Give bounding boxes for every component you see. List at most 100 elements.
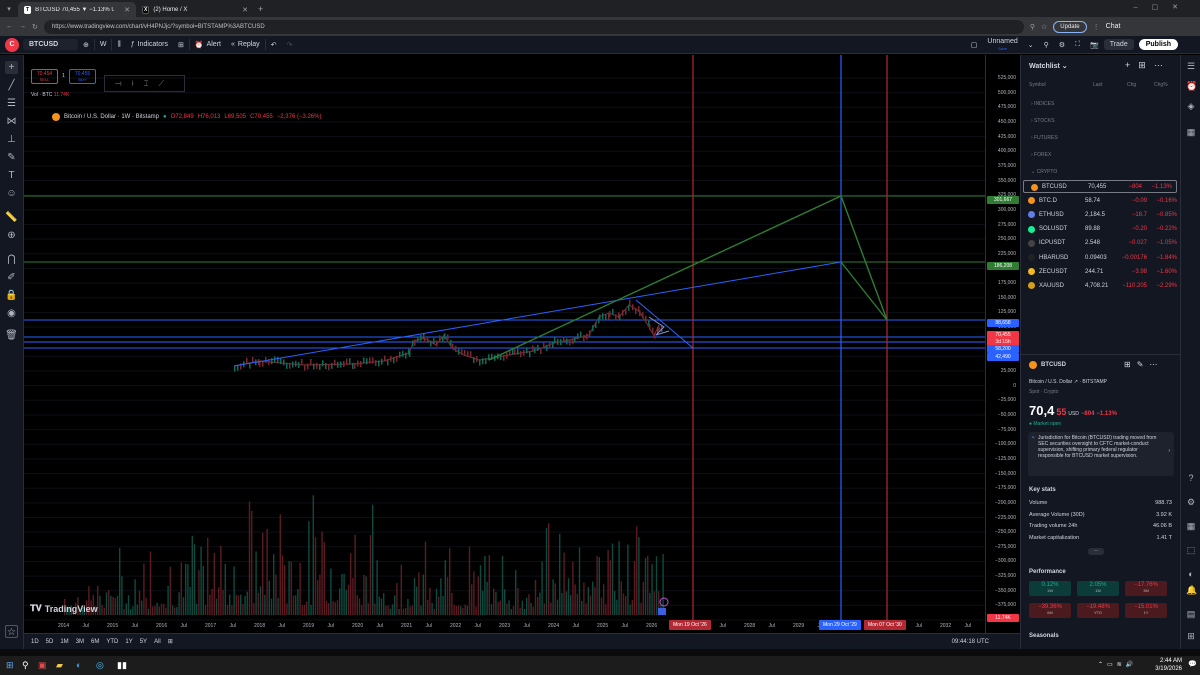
templates-icon[interactable]: ⊞ <box>173 36 189 54</box>
col-last[interactable]: Last <box>1093 82 1102 88</box>
brush-icon[interactable]: ✎ <box>5 151 18 164</box>
watchlist-group[interactable]: › STOCKS <box>1031 118 1055 124</box>
trash-icon[interactable]: 🗑 <box>5 329 18 342</box>
alert-button[interactable]: ⏰ Alert <box>190 36 226 54</box>
more-icon[interactable]: ⋯ <box>1154 60 1171 70</box>
folder-icon[interactable]: ▰ <box>56 660 63 671</box>
performance-cell[interactable]: −15.01% 1Y <box>1125 603 1167 618</box>
watchlist-row[interactable]: BTC.D 58.74 −0.09 −0.16% <box>1021 194 1181 207</box>
chrome-icon[interactable]: ◎ <box>96 660 104 671</box>
watchlist-group[interactable]: › FOREX <box>1031 152 1051 158</box>
layout-icon[interactable]: ⊞ <box>1138 60 1154 70</box>
data-window-icon[interactable]: ▦ <box>1186 127 1196 137</box>
emoji-icon[interactable]: ☺ <box>5 187 18 200</box>
layers-icon[interactable]: ◈ <box>1186 101 1196 111</box>
bookmark-icon[interactable]: ☆ <box>1041 23 1047 31</box>
more-icon[interactable]: ⋯ <box>1149 360 1163 369</box>
vertical-line-icon[interactable]: ⟊ <box>132 79 134 89</box>
url-field[interactable]: https://www.tradingview.com/chart/vH4PNJ… <box>43 19 1024 34</box>
watchlist-row[interactable]: ICPUSDT 2.548 −0.027 −1.05% <box>1021 237 1181 250</box>
trend-line-icon[interactable]: ╱ <box>5 79 18 92</box>
ideas-icon[interactable]: ◐ <box>1186 569 1196 579</box>
layout-icon[interactable]: ⊞ <box>1124 360 1137 369</box>
cross-line-icon[interactable]: ⌶ <box>144 79 149 89</box>
ruler-icon[interactable]: 📏 <box>5 211 18 224</box>
magnet-icon[interactable]: ⋂ <box>5 253 18 266</box>
search-icon[interactable]: ⚲ <box>1039 36 1054 54</box>
close-tab-icon[interactable]: ✕ <box>124 6 130 14</box>
col-chg[interactable]: Chg <box>1127 82 1136 88</box>
col-symbol[interactable]: Symbol <box>1029 82 1046 88</box>
tray-icons[interactable]: ⌃▭≋🔊 <box>1098 661 1137 668</box>
watchlist-row[interactable]: ZECUSDT 244.71 −3.98 −1.60% <box>1021 265 1181 278</box>
settings-icon[interactable]: ⚙ <box>1054 36 1070 54</box>
chat-icon[interactable]: ⚙ <box>1186 497 1196 507</box>
watchlist-row[interactable]: SOLUSDT 89.88 −0.20 −0.22% <box>1021 223 1181 236</box>
update-button[interactable]: Update <box>1053 20 1087 33</box>
watchlist-icon[interactable]: ☰ <box>1186 61 1196 71</box>
lock-icon[interactable]: 🔒 <box>5 289 18 302</box>
layout-name-button[interactable]: Unnamed Save <box>982 36 1022 54</box>
date-range-icon[interactable]: ⊞ <box>168 638 173 645</box>
menu-icon[interactable]: ⋮ <box>1093 23 1100 31</box>
chart-type-icon[interactable]: ⫼ <box>112 36 125 54</box>
news-card[interactable]: ✦ Jurisdiction for Bitcoin (BTCUSD) trad… <box>1028 432 1174 476</box>
trend-line-icon[interactable]: ⟋ <box>159 79 165 89</box>
measure-icon[interactable]: ⊥ <box>5 133 18 146</box>
notification-icon[interactable]: 💬 <box>1188 660 1197 668</box>
notifications-icon[interactable]: 🔔 <box>1186 585 1197 595</box>
range-button[interactable]: 5Y <box>140 639 147 645</box>
redo-icon[interactable]: ↷ <box>282 36 298 54</box>
alerts-icon[interactable]: ⏰ <box>1186 81 1197 91</box>
chart-canvas[interactable] <box>24 55 985 633</box>
edit-icon[interactable]: ✎ <box>1137 360 1150 369</box>
text-icon[interactable]: T <box>5 169 18 182</box>
watchlist-group[interactable]: › INDICES <box>1031 101 1054 107</box>
tab-menu-icon[interactable]: ▾ <box>0 5 18 13</box>
calendar-icon[interactable]: ▦ <box>1186 521 1196 531</box>
help-icon[interactable]: ? <box>1186 473 1196 483</box>
watchlist-row[interactable]: ETHUSD 2,184.5 −18.7 −0.85% <box>1021 208 1181 221</box>
back-icon[interactable]: ← <box>6 23 13 30</box>
crosshair-icon[interactable]: + <box>5 61 18 74</box>
add-symbol-icon[interactable]: + <box>1125 60 1138 70</box>
compare-icon[interactable]: ⊕ <box>78 36 94 54</box>
pattern-icon[interactable]: ⋈ <box>5 115 18 128</box>
indicators-button[interactable]: ƒ Indicators <box>126 36 173 54</box>
app-icon[interactable]: ▣ <box>38 660 47 671</box>
watchlist-group[interactable]: › FUTURES <box>1031 135 1058 141</box>
camera-icon[interactable]: 📷 <box>1085 36 1104 54</box>
chat-button[interactable]: Chat <box>1106 23 1121 30</box>
trade-button[interactable]: Trade <box>1103 39 1134 50</box>
tab-x[interactable]: X (2) Home / X ✕ <box>136 2 254 17</box>
more-stats-button[interactable]: ⋯ <box>1088 548 1104 555</box>
tab-tradingview[interactable]: T BTCUSD 70,455 ▼ −1.13% Unna… ✕ <box>18 2 136 17</box>
performance-cell[interactable]: 2.05% 1M <box>1077 581 1119 596</box>
range-button[interactable]: 1D <box>31 639 39 645</box>
zoom-icon[interactable]: ⊕ <box>5 229 18 242</box>
performance-cell[interactable]: 0.12% 1W <box>1029 581 1071 596</box>
chevron-down-icon[interactable]: ⌄ <box>1023 36 1039 54</box>
layout-icon[interactable]: ▢ <box>966 36 983 54</box>
interval-button[interactable]: W <box>95 36 112 54</box>
tradingview-app-icon[interactable]: ▮▮ <box>117 660 127 671</box>
price-axis[interactable]: 525,000 500,000 475,000 450,000 425,000 400,0… <box>985 55 1020 633</box>
forward-icon[interactable]: → <box>19 23 26 30</box>
fullscreen-icon[interactable]: ⛶ <box>1070 36 1085 54</box>
range-button[interactable]: 3M <box>76 639 84 645</box>
range-button[interactable]: 5D <box>46 639 54 645</box>
buy-button[interactable]: 70,455 BUY <box>69 69 96 84</box>
range-button[interactable]: 6M <box>91 639 99 645</box>
favorites-star-icon[interactable]: ☆ <box>5 625 18 638</box>
watchlist-row[interactable]: BTCUSD 70,455 −804 −1.13% <box>1023 180 1177 193</box>
col-chg-pct[interactable]: Chg% <box>1154 82 1168 88</box>
time-axis[interactable]: 2014 Jul 2015 Jul 2016 Jul 2017 Jul 2018 Jul 2019 J… <box>24 620 985 633</box>
chart-pane[interactable]: Bitcoin / U.S. Dollar · 1W · Bitstamp ● … <box>24 55 985 633</box>
range-button[interactable]: YTD <box>106 639 118 645</box>
performance-cell[interactable]: −17.76% 3M <box>1125 581 1167 596</box>
fib-icon[interactable]: ☰ <box>5 97 18 110</box>
clock[interactable]: 2:44 AM 3/19/2026 <box>1152 657 1182 673</box>
close-tab-icon[interactable]: ✕ <box>242 6 248 14</box>
hotlist-icon[interactable]: ⬚ <box>1186 545 1196 555</box>
edge-icon[interactable]: ◐ <box>76 660 81 670</box>
